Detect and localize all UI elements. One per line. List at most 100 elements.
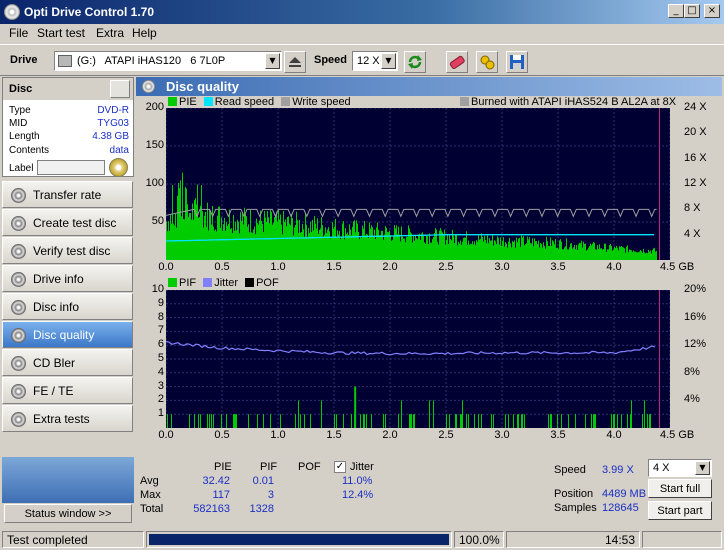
pie-bar <box>221 217 222 260</box>
pie-bar <box>561 241 562 260</box>
minimize-button[interactable]: _ <box>668 4 684 18</box>
start-part-button[interactable]: Start part <box>648 501 712 520</box>
nav-transfer-rate[interactable]: Transfer rate <box>2 181 133 208</box>
stats-header-pie: PIE <box>214 461 232 473</box>
erase-button[interactable] <box>446 51 468 73</box>
refresh-button[interactable] <box>404 51 426 73</box>
menu-start-test[interactable]: Start test <box>37 26 85 40</box>
disc-label-input[interactable] <box>37 160 105 175</box>
disc-quality-icon <box>142 80 155 93</box>
pie-bar <box>374 229 375 260</box>
chevron-down-icon[interactable]: ▼ <box>265 53 280 69</box>
pif-bar <box>401 400 402 428</box>
pie-bar <box>302 223 303 260</box>
pie-bar <box>589 246 590 260</box>
pie-bar <box>549 245 550 260</box>
jitter-y-tick: 16% <box>684 310 707 323</box>
pie-bar <box>528 239 529 260</box>
test-speed-value: 4 X <box>653 462 670 474</box>
pie-bar <box>655 251 656 260</box>
disc-icon <box>11 356 26 371</box>
pif-bar <box>363 414 364 428</box>
pif-bar <box>321 400 322 428</box>
start-full-button[interactable]: Start full <box>648 479 712 498</box>
pie-bar <box>402 236 403 260</box>
pie-bar <box>433 236 434 260</box>
pie-bar <box>327 229 328 260</box>
close-button[interactable]: × <box>704 4 720 18</box>
pie-bar <box>581 240 582 260</box>
pif-bar <box>650 414 651 428</box>
disc-label-icon[interactable] <box>109 158 128 177</box>
pie-bar <box>284 221 285 260</box>
nav-extra-tests[interactable]: Extra tests <box>2 405 133 432</box>
drive-select[interactable]: (G:) ATAPI iHAS120 6 7L0P ▼ <box>54 51 282 71</box>
nav-drive-info[interactable]: Drive info <box>2 265 133 292</box>
chevron-down-icon[interactable]: ▼ <box>695 461 710 475</box>
pie-bar <box>170 215 171 260</box>
maximize-button[interactable]: □ <box>684 4 700 18</box>
pie-bar <box>352 226 353 260</box>
pie-bar <box>443 235 444 260</box>
pie-bar <box>410 232 411 260</box>
pie-bar <box>446 239 447 260</box>
pie-bar <box>303 229 304 260</box>
save-button[interactable] <box>506 51 528 73</box>
pie-bar <box>640 250 641 260</box>
pif-bar <box>385 414 386 428</box>
nav-fe-te[interactable]: FE / TE <box>2 377 133 404</box>
pie-bar <box>578 244 579 260</box>
pie-bar <box>544 245 545 260</box>
pie-bar <box>278 210 279 260</box>
pie-bar <box>547 241 548 260</box>
eject-button[interactable] <box>284 51 306 73</box>
pif-bar <box>300 414 301 428</box>
panel-title: Disc quality <box>166 79 239 94</box>
pie-bar <box>468 240 469 260</box>
pif-bar <box>595 414 596 428</box>
pie-bar <box>423 235 424 260</box>
speed-stat-label: Speed <box>554 464 586 476</box>
disc-eject-button[interactable] <box>110 80 130 98</box>
stats-max-label: Max <box>140 489 161 501</box>
menu-extra[interactable]: Extra <box>96 26 124 40</box>
nav-verify-test-disc[interactable]: Verify test disc <box>2 237 133 264</box>
jitter-checkbox[interactable]: ✓ <box>334 461 346 473</box>
pie-bar <box>275 215 276 260</box>
pie-bar <box>243 224 244 260</box>
test-speed-select[interactable]: 4 X ▼ <box>648 459 712 477</box>
nav-create-test-disc[interactable]: Create test disc <box>2 209 133 236</box>
pie-bar <box>520 246 521 260</box>
nav-disc-info[interactable]: Disc info <box>2 293 133 320</box>
pie-bar <box>603 249 604 260</box>
pie-bar <box>532 238 533 260</box>
pie-bar <box>594 242 595 260</box>
pie-bar <box>503 237 504 260</box>
pie-bar <box>469 244 470 260</box>
menu-help[interactable]: Help <box>132 26 157 40</box>
pif-bar <box>524 414 525 428</box>
pie-bar <box>554 244 555 260</box>
nav-cd-bler[interactable]: CD Bler <box>2 349 133 376</box>
nav-disc-quality[interactable]: Disc quality <box>2 321 133 348</box>
menu-file[interactable]: File <box>9 26 28 40</box>
pie-bar <box>341 236 342 260</box>
legend-swatch <box>203 278 213 287</box>
pie-bar <box>251 232 252 260</box>
pie-bar <box>489 238 490 260</box>
pif-bar <box>310 414 311 428</box>
pie-bar <box>639 251 640 260</box>
chevron-down-icon[interactable]: ▼ <box>381 53 396 69</box>
pie-bar <box>233 215 234 260</box>
pie-bar <box>378 229 379 260</box>
status-window-button[interactable]: Status window >> <box>4 504 132 523</box>
pie-bar <box>266 222 267 260</box>
pie-bar <box>362 225 363 260</box>
pif-bar <box>270 414 271 428</box>
pif-bar <box>518 414 519 428</box>
pie-bar <box>294 227 295 260</box>
pie-bar <box>623 247 624 260</box>
speed-select[interactable]: 12 X ▼ <box>352 51 398 71</box>
pie-bar <box>481 233 482 260</box>
options-button[interactable] <box>476 51 498 73</box>
